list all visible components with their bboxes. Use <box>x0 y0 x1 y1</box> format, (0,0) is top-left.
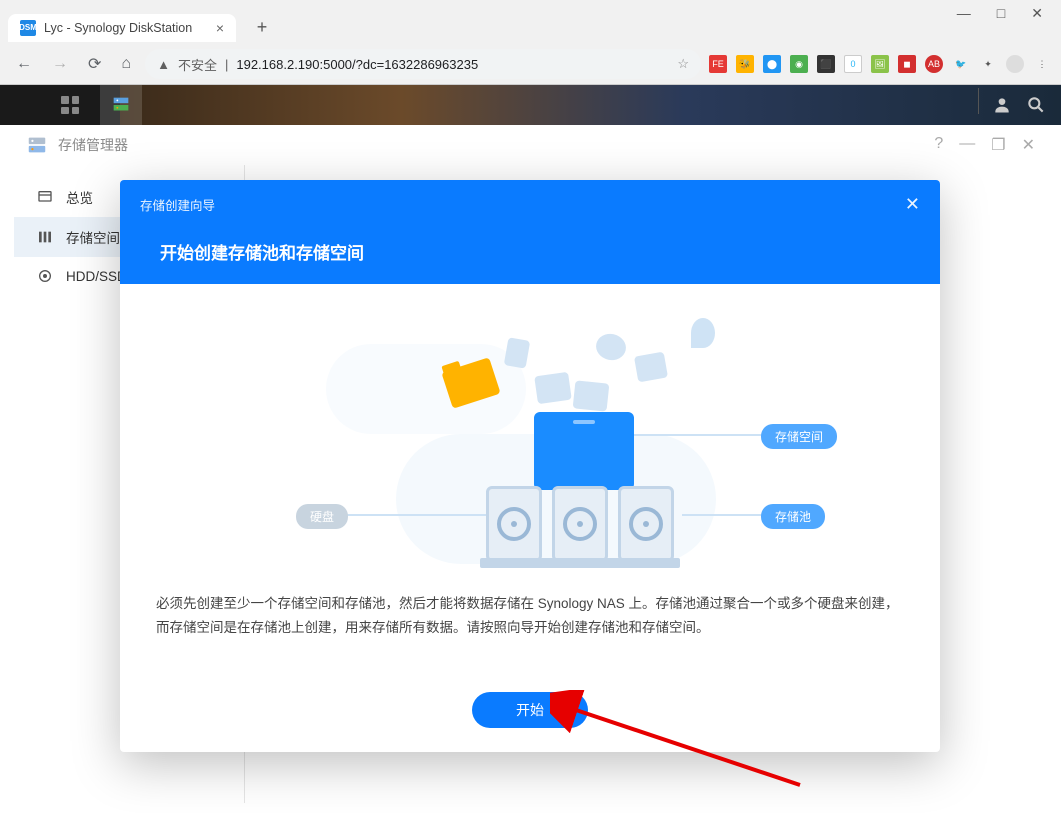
volume-icon <box>36 228 54 246</box>
wizard-description: 必须先创建至少一个存储空间和存储池，然后才能将数据存储在 Synology NA… <box>156 592 904 641</box>
image-icon <box>573 380 610 411</box>
storage-manager-title-icon <box>26 134 48 156</box>
hdd-icon <box>36 267 54 285</box>
ext-icon-4[interactable]: ◉ <box>790 55 808 73</box>
window-minimize[interactable]: — <box>957 8 971 10</box>
storage-manager-title: 存储管理器 <box>58 135 128 155</box>
window-maximize-icon[interactable]: ❐ <box>991 135 1005 155</box>
doc-icon <box>504 337 531 368</box>
browser-chrome: — □ ✕ DSM Lyc - Synology DiskStation × +… <box>0 0 1061 85</box>
bookmark-star-icon[interactable]: ☆ <box>677 56 689 72</box>
ext-icon-5[interactable]: ⬛ <box>817 55 835 73</box>
storage-manager-titlebar[interactable]: 存储管理器 ? — ❐ ✕ <box>14 125 1047 165</box>
image-icon <box>534 372 572 404</box>
sidebar-label: HDD/SSD <box>66 269 127 284</box>
wizard-header: 存储创建向导 ✕ 开始创建存储池和存储空间 <box>120 180 940 284</box>
nav-back-icon[interactable]: ← <box>10 51 38 77</box>
dsm-taskbar <box>0 85 1061 125</box>
window-close[interactable]: ✕ <box>1031 8 1043 10</box>
tab-close-icon[interactable]: × <box>216 20 224 36</box>
video-icon <box>634 352 668 383</box>
ext-icon-2[interactable]: 🐝 <box>736 55 754 73</box>
wizard-close-icon[interactable]: ✕ <box>905 194 920 215</box>
storage-creation-wizard-dialog: 存储创建向导 ✕ 开始创建存储池和存储空间 存储空间 <box>120 180 940 752</box>
nav-reload-icon[interactable]: ⟳ <box>82 50 107 78</box>
ext-icon-3[interactable]: ⬤ <box>763 55 781 73</box>
wizard-title: 开始创建存储池和存储空间 <box>160 239 920 264</box>
hdd-drive-icon <box>618 486 674 562</box>
browser-menu-icon[interactable]: ⋮ <box>1033 55 1051 73</box>
browser-tab-bar: DSM Lyc - Synology DiskStation × + <box>0 10 1061 45</box>
hdd-drive-icon <box>486 486 542 562</box>
wizard-start-button[interactable]: 开始 <box>472 692 588 728</box>
ext-icon-8[interactable]: ◼ <box>898 55 916 73</box>
wizard-breadcrumb: 存储创建向导 <box>140 195 215 214</box>
tab-title: Lyc - Synology DiskStation <box>44 21 192 35</box>
nav-home-icon[interactable]: ⌂ <box>115 51 137 77</box>
ext-puzzle-icon[interactable]: ✦ <box>979 55 997 73</box>
music-icon <box>594 331 629 363</box>
window-controls: — □ ✕ <box>0 0 1061 10</box>
url-text: 192.168.2.190:5000/?dc=1632286963235 <box>236 57 478 72</box>
nav-forward-icon: → <box>46 51 74 77</box>
overview-icon <box>36 188 54 206</box>
profile-avatar-icon[interactable] <box>1006 55 1024 73</box>
volume-pill-label: 存储空间 <box>761 424 837 449</box>
hdd-drive-icon <box>552 486 608 562</box>
ext-icon-7[interactable]: 🖼 <box>871 55 889 73</box>
window-help-icon[interactable]: ? <box>934 135 943 155</box>
new-tab-button[interactable]: + <box>248 14 276 42</box>
address-bar: ← → ⟳ ⌂ ▲ 不安全 | 192.168.2.190:5000/?dc=1… <box>0 45 1061 83</box>
wizard-illustration: 存储空间 存储池 硬盘 <box>156 314 904 574</box>
sidebar-label: 存储空间 <box>66 227 120 247</box>
ext-abp-icon[interactable]: AB <box>925 55 943 73</box>
apps-grid-icon <box>61 96 79 114</box>
window-maximize[interactable]: □ <box>997 8 1005 10</box>
url-separator: | <box>225 57 228 72</box>
sidebar-label: 总览 <box>66 187 93 207</box>
dsm-search-icon[interactable] <box>1019 88 1053 122</box>
storage-manager-icon <box>110 94 132 116</box>
window-minimize-icon[interactable]: — <box>959 135 975 155</box>
browser-tab[interactable]: DSM Lyc - Synology DiskStation × <box>8 14 236 42</box>
dsm-user-icon[interactable] <box>985 88 1019 122</box>
ext-icon-1[interactable]: FE <box>709 55 727 73</box>
rocket-icon <box>691 318 715 348</box>
pool-pill-label: 存储池 <box>761 504 825 529</box>
extension-icons: FE 🐝 ⬤ ◉ ⬛ 0 🖼 ◼ AB 🐦 ✦ ⋮ <box>709 55 1051 73</box>
url-input[interactable]: ▲ 不安全 | 192.168.2.190:5000/?dc=163228696… <box>145 49 701 79</box>
ext-bird-icon[interactable]: 🐦 <box>952 55 970 73</box>
volume-box-icon <box>534 412 634 490</box>
ext-icon-6[interactable]: 0 <box>844 55 862 73</box>
tab-favicon-icon: DSM <box>20 20 36 36</box>
not-secure-icon: ▲ <box>157 57 170 72</box>
not-secure-label: 不安全 <box>178 55 217 74</box>
dsm-main-menu-button[interactable] <box>50 88 90 122</box>
disk-pill-label: 硬盘 <box>296 504 348 529</box>
window-close-icon[interactable]: ✕ <box>1022 135 1035 155</box>
dsm-taskbar-storage-manager[interactable] <box>100 85 142 125</box>
